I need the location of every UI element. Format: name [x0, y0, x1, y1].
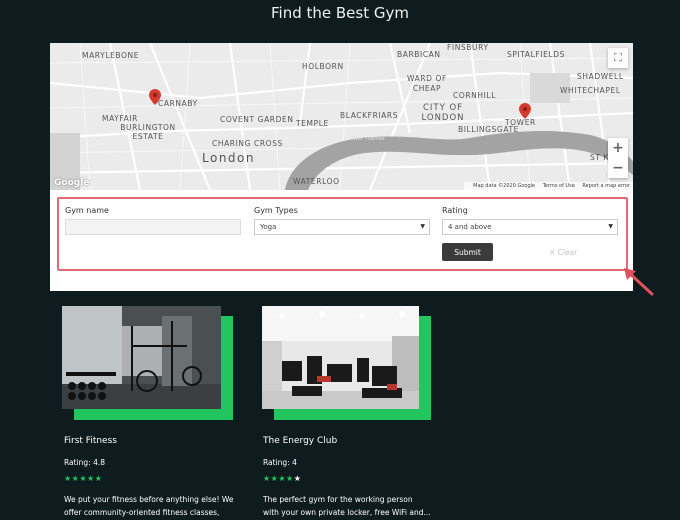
zoom-control: + −: [608, 138, 628, 178]
search-form: Gym name Gym Types Yoga ▼ Rating 4 and a…: [57, 197, 628, 271]
gym-description-line: The perfect gym for the working person: [263, 495, 413, 504]
map-label-cornhill: CORNHILL: [453, 91, 496, 100]
page-title: Find the Best Gym: [271, 4, 409, 22]
star-icon: ★: [278, 474, 287, 483]
star-icon: ★: [286, 474, 294, 483]
rating-select[interactable]: 4 and above ▼: [442, 219, 618, 235]
zoom-in-button[interactable]: +: [608, 138, 628, 158]
rating-label: Rating: [442, 206, 468, 215]
map-label-st-k: ST K: [590, 153, 610, 162]
svg-text:River Thames: River Thames: [350, 136, 385, 142]
map-label-charing-cross: CHARING CROSS: [212, 139, 283, 148]
rating-stars: ★★★★★: [64, 474, 102, 483]
gym-photo: [62, 306, 221, 409]
gym-description-line: with your own private locker, free WiFi …: [263, 508, 431, 517]
star-icon: ★: [64, 474, 72, 483]
fullscreen-icon[interactable]: ⛶: [608, 48, 628, 68]
gym-location-pin[interactable]: [149, 89, 161, 105]
map-label-burlington-estate: BURLINGTON ESTATE: [120, 123, 176, 141]
map-label-covent-garden: COVENT GARDEN: [220, 115, 294, 124]
gym-types-label: Gym Types: [254, 206, 298, 215]
rating-stars: ★★★★★: [263, 474, 301, 483]
map-label-marylebone: MARYLEBONE: [82, 51, 140, 60]
gym-name[interactable]: The Energy Club: [263, 436, 337, 446]
map-label-finsbury: FINSBURY: [447, 43, 489, 52]
gym-types-select[interactable]: Yoga ▼: [254, 219, 430, 235]
map-label-carnaby: CARNABY: [158, 99, 198, 108]
map-report-link[interactable]: Report a map error: [582, 183, 630, 189]
clear-button[interactable]: × Clear: [549, 248, 577, 257]
gym-name[interactable]: First Fitness: [64, 436, 117, 446]
annotation-arrow-icon: [624, 268, 654, 296]
map-label-tower: TOWER: [505, 118, 536, 127]
rating-value: 4 and above: [448, 223, 492, 231]
map-label-london: London: [202, 151, 255, 165]
map-label-blackfriars: BLACKFRIARS: [340, 111, 399, 120]
gym-types-value: Yoga: [260, 223, 277, 231]
map-label-whitechapel: WHITECHAPEL: [560, 86, 621, 95]
gym-rating: Rating: 4: [263, 458, 297, 467]
map-data-credit: Map data ©2020 Google: [473, 183, 536, 189]
map-terms-link[interactable]: Terms of Use: [543, 183, 575, 189]
map-label-temple: TEMPLE: [296, 119, 329, 128]
chevron-down-icon: ▼: [420, 223, 425, 230]
star-icon: ★: [94, 474, 103, 483]
map-label-barbican: BARBICAN: [397, 50, 441, 59]
zoom-out-button[interactable]: −: [608, 158, 628, 178]
star-icon: ★: [263, 474, 271, 483]
search-panel: River Thames MARYLEBONE HOLBORN BARBICAN…: [50, 43, 633, 291]
star-empty-icon: ★: [293, 474, 302, 483]
gym-description-line: offer community-oriented fitness classes…: [64, 508, 220, 517]
map-label-holborn: HOLBORN: [302, 62, 344, 71]
map[interactable]: River Thames MARYLEBONE HOLBORN BARBICAN…: [50, 43, 633, 190]
gym-photo: [262, 306, 419, 409]
chevron-down-icon: ▼: [608, 223, 613, 230]
gym-rating: Rating: 4.8: [64, 458, 106, 467]
gym-description: The perfect gym for the working person w…: [263, 493, 443, 519]
gym-location-pin[interactable]: [519, 103, 531, 119]
gym-description-line: We put your fitness before anything else…: [64, 495, 234, 504]
map-footer: Map data ©2020 Google Terms of Use Repor…: [464, 182, 633, 190]
map-label-ward-of-cheap: WARD OF CHEAP: [407, 74, 447, 93]
gym-name-input[interactable]: [65, 219, 241, 235]
google-logo: Google: [54, 178, 90, 188]
star-icon: ★: [87, 474, 95, 483]
star-icon: ★: [79, 474, 88, 483]
map-label-waterloo: WATERLOO: [293, 177, 340, 186]
map-label-mayfair: MAYFAIR: [102, 114, 138, 123]
map-label-city-of-london: CITY OF LONDON: [421, 103, 465, 123]
gym-name-label: Gym name: [65, 206, 109, 215]
map-label-spitalfields: SPITALFIELDS: [507, 50, 565, 59]
map-label-shadwell: SHADWELL: [577, 72, 624, 81]
gym-description: We put your fitness before anything else…: [64, 493, 244, 519]
submit-button[interactable]: Submit: [442, 243, 493, 261]
